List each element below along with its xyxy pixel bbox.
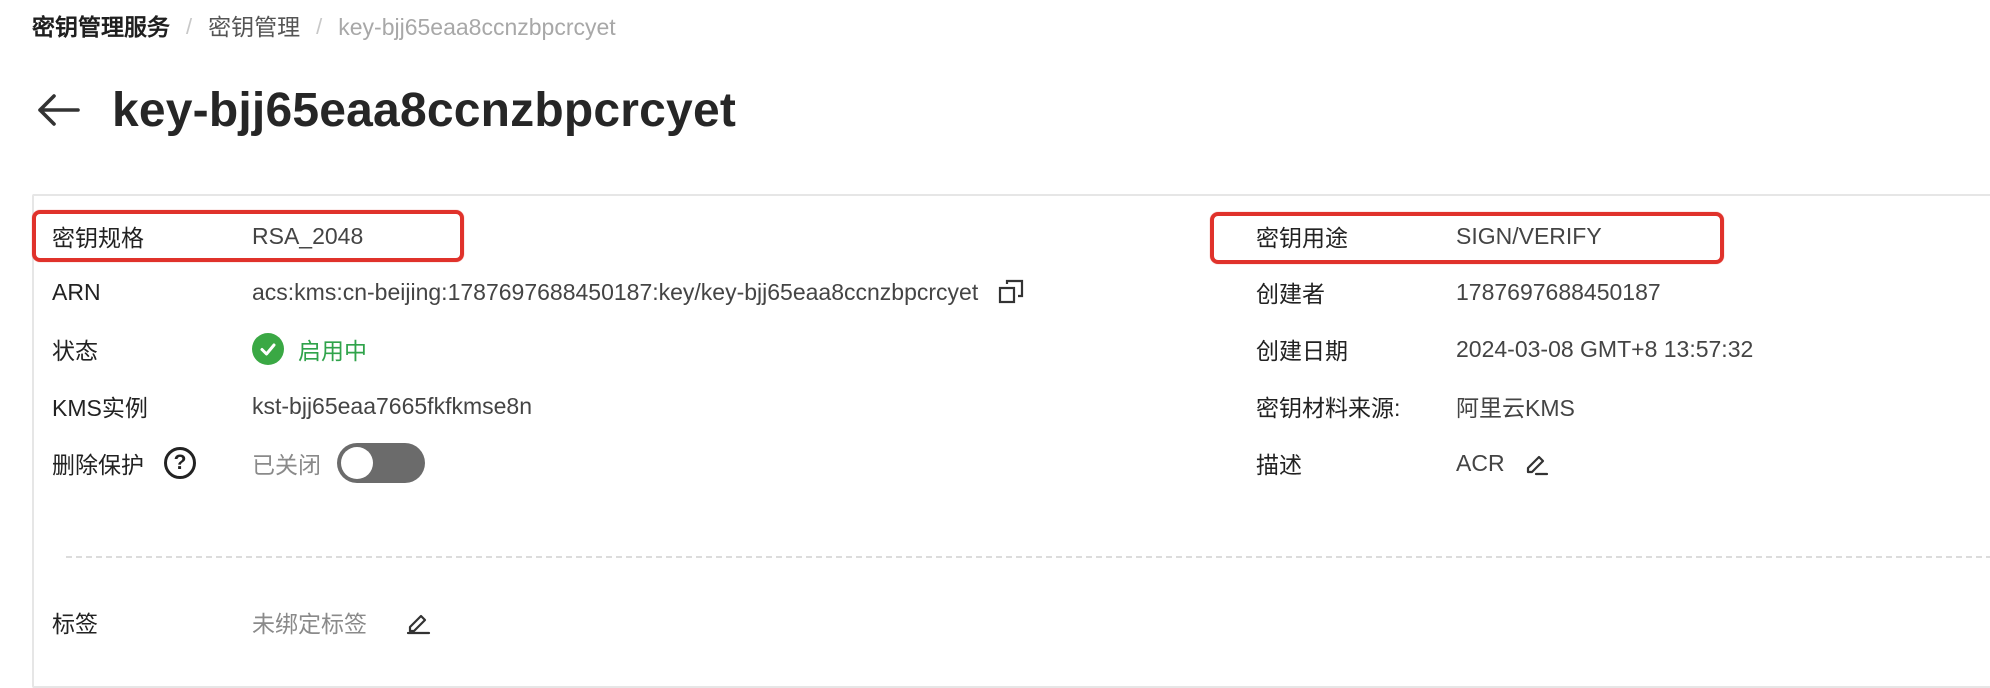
key-usage-value: SIGN/VERIFY [1456,222,1602,249]
question-circle-icon[interactable]: ? [164,447,196,479]
deletion-protection-state: 已关闭 [252,452,321,478]
kms-instance-label: KMS实例 [52,395,148,421]
row-arn: ARN acs:kms:cn-beijing:1787697688450187:… [52,272,1024,312]
created-date-value: 2024-03-08 GMT+8 13:57:32 [1456,335,1754,362]
status-label: 状态 [52,338,98,364]
row-creator: 创建者 1787697688450187 [1256,272,1661,312]
tags-label: 标签 [52,611,98,637]
page-title: key-bjj65eaa8ccnzbpcrcyet [112,83,737,137]
deletion-protection-toggle[interactable] [337,443,425,483]
deletion-protection-text: 删除保护 [52,452,144,478]
breadcrumb-separator: / [186,14,193,39]
row-tags: 标签 未绑定标签 [52,602,431,642]
copy-icon[interactable] [998,279,1024,305]
kms-instance-value: kst-bjj65eaa7665fkfkmse8n [252,392,532,419]
row-description: 描述 ACR [1256,443,1549,483]
key-origin-label: 密钥材料来源: [1256,395,1401,421]
creator-value: 1787697688450187 [1456,278,1661,305]
deletion-protection-label: 删除保护 ? [52,446,252,480]
edit-icon[interactable] [405,609,431,635]
status-text: 启用中 [298,338,367,364]
created-date-label: 创建日期 [1256,338,1348,364]
key-spec-value: RSA_2048 [252,222,364,249]
breadcrumb: 密钥管理服务 / 密钥管理 / key-bjj65eaa8ccnzbpcrcye… [32,12,616,42]
creator-label: 创建者 [1256,281,1325,307]
breadcrumb-item-key-management[interactable]: 密钥管理 [208,12,300,42]
arn-value: acs:kms:cn-beijing:1787697688450187:key/… [252,278,979,305]
breadcrumb-separator: / [316,14,323,39]
key-origin-value: 阿里云KMS [1456,395,1575,421]
row-key-usage: 密钥用途 SIGN/VERIFY [1256,216,1602,256]
breadcrumb-item-current: key-bjj65eaa8ccnzbpcrcyet [338,14,616,40]
row-status: 状态 启用中 [52,329,367,369]
status-value: 启用中 [252,332,367,366]
row-kms-instance: KMS实例 kst-bjj65eaa7665fkfkmse8n [52,386,532,426]
description-value: ACR [1456,449,1505,476]
check-circle-icon [252,333,284,365]
key-details-card: 密钥规格 RSA_2048 ARN acs:kms:cn-beijing:178… [32,194,1990,688]
row-created-date: 创建日期 2024-03-08 GMT+8 13:57:32 [1256,329,1753,369]
row-key-origin: 密钥材料来源: 阿里云KMS [1256,386,1575,426]
description-label: 描述 [1256,452,1302,478]
arrow-left-icon[interactable] [36,82,92,138]
row-key-spec: 密钥规格 RSA_2048 [52,216,363,256]
edit-icon[interactable] [1523,450,1549,476]
section-divider [66,556,1990,558]
key-usage-label: 密钥用途 [1256,225,1348,251]
page-header: key-bjj65eaa8ccnzbpcrcyet [36,82,736,138]
toggle-knob [341,447,373,479]
key-spec-label: 密钥规格 [52,225,144,251]
key-detail-page: 密钥管理服务 / 密钥管理 / key-bjj65eaa8ccnzbpcrcye… [0,0,1990,688]
tags-value: 未绑定标签 [252,611,367,637]
arn-label: ARN [52,278,101,305]
breadcrumb-item-kms[interactable]: 密钥管理服务 [32,12,170,42]
row-deletion-protection: 删除保护 ? 已关闭 [52,443,425,483]
